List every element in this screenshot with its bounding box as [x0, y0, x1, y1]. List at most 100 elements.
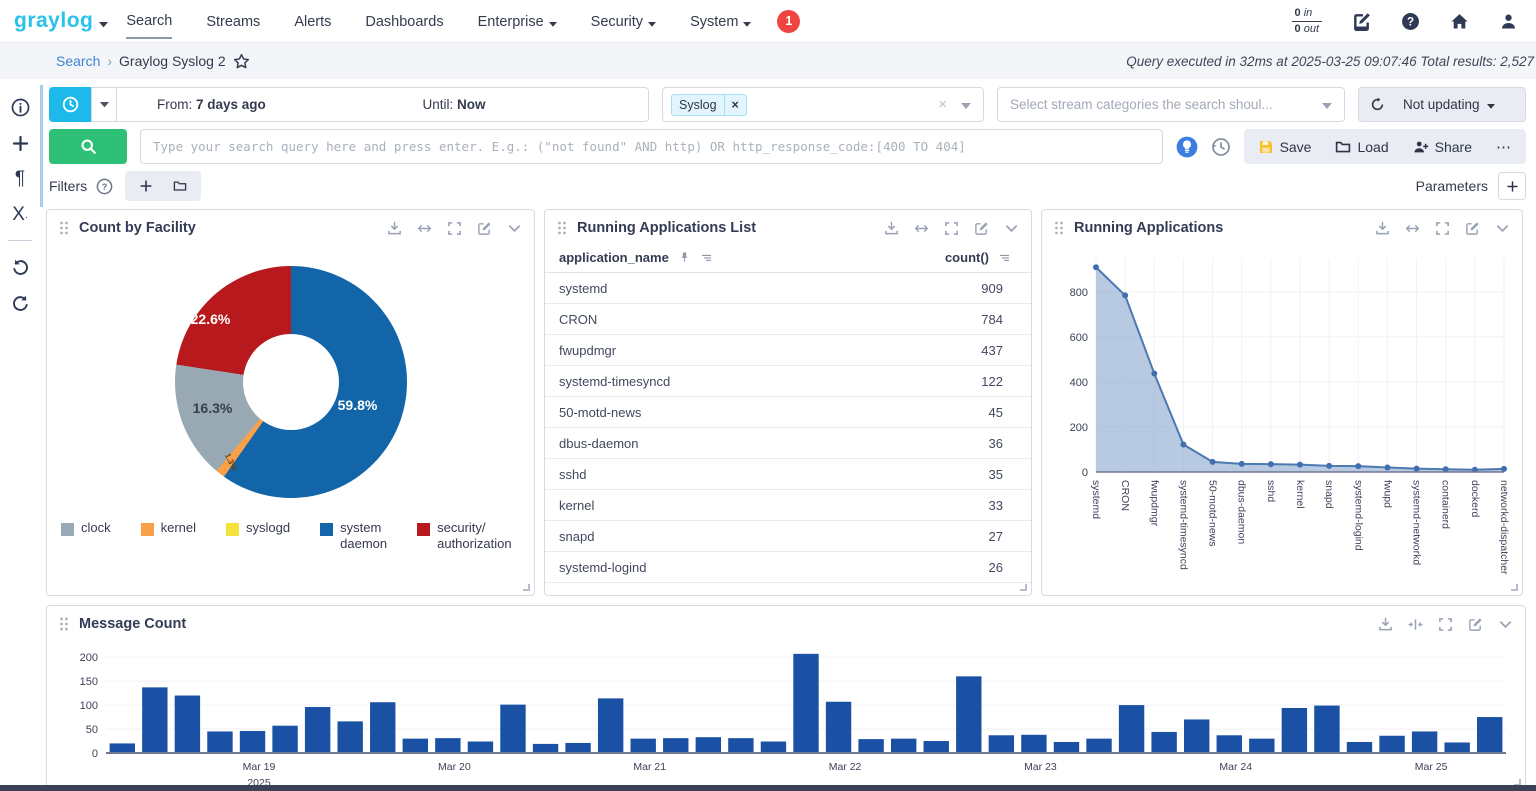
column-header-application-name[interactable]: application_name: [559, 250, 669, 265]
more-actions-button[interactable]: ⋯: [1496, 138, 1512, 156]
add-icon[interactable]: [5, 127, 35, 159]
move-horizontal-icon[interactable]: [417, 221, 432, 236]
nav-item-streams[interactable]: Streams: [206, 4, 260, 38]
expand-icon[interactable]: [944, 221, 959, 236]
cell-count[interactable]: 45: [989, 405, 1017, 420]
table-row[interactable]: fwupdmgr 437: [545, 335, 1031, 366]
compress-icon[interactable]: [1408, 617, 1423, 632]
categories-caret-icon[interactable]: [1322, 96, 1332, 114]
chevron-down-icon[interactable]: [507, 221, 522, 236]
resize-handle[interactable]: [1020, 584, 1027, 591]
legend-item[interactable]: clock: [61, 520, 111, 536]
query-history-icon[interactable]: [1211, 137, 1231, 157]
stream-caret-icon[interactable]: [961, 96, 971, 114]
help-icon[interactable]: ?: [1401, 12, 1420, 31]
download-icon[interactable]: [884, 221, 899, 236]
refresh-interval-dropdown[interactable]: Not updating: [1395, 97, 1495, 112]
add-parameter-button[interactable]: [1498, 172, 1526, 200]
home-icon[interactable]: [1450, 12, 1469, 31]
nav-item-search[interactable]: Search: [126, 3, 172, 39]
search-button[interactable]: [49, 129, 127, 164]
query-help-icon[interactable]: [1176, 136, 1198, 158]
load-button[interactable]: Load: [1335, 139, 1388, 155]
legend-item[interactable]: system daemon: [320, 520, 387, 552]
fields-icon[interactable]: X.: [5, 199, 35, 231]
pin-icon[interactable]: [678, 251, 691, 264]
message-count-bar-chart[interactable]: 050100150200Mar 192025Mar 20Mar 21Mar 22…: [47, 638, 1525, 790]
table-row[interactable]: snapd 27: [545, 521, 1031, 552]
resize-handle[interactable]: [1511, 584, 1518, 591]
table-row[interactable]: 50-motd-news45: [545, 397, 1031, 428]
table-row[interactable]: sshd35: [545, 459, 1031, 490]
info-icon[interactable]: [5, 91, 35, 123]
time-range-clock-button[interactable]: [49, 87, 91, 122]
sort-icon[interactable]: [700, 251, 713, 264]
drag-handle-icon[interactable]: [1054, 221, 1064, 235]
resize-handle[interactable]: [523, 584, 530, 591]
stream-chip-remove-icon[interactable]: ×: [724, 95, 746, 115]
refresh-icon[interactable]: [1359, 88, 1395, 121]
expand-icon[interactable]: [1435, 221, 1450, 236]
cell-application-name[interactable]: fwupdmgr: [559, 343, 616, 358]
logo-caret-icon[interactable]: [99, 14, 108, 32]
filters-help-icon[interactable]: ?: [96, 178, 113, 195]
cell-application-name[interactable]: systemd-logind: [559, 560, 646, 575]
load-filter-folder-icon[interactable]: [165, 174, 195, 198]
breadcrumb-search-link[interactable]: Search: [56, 53, 100, 69]
time-range-caret-button[interactable]: [91, 87, 117, 122]
legend-item[interactable]: security/ authorization: [417, 520, 511, 552]
paragraph-icon[interactable]: ¶: [5, 163, 35, 195]
nav-item-system[interactable]: System: [690, 3, 751, 39]
drag-handle-icon[interactable]: [59, 221, 69, 235]
time-from[interactable]: From: 7 days ago: [117, 97, 383, 112]
table-row[interactable]: CRON 784: [545, 304, 1031, 335]
chevron-down-icon[interactable]: [1498, 617, 1513, 632]
graylog-logo[interactable]: graylog: [14, 9, 93, 33]
user-icon[interactable]: [1499, 12, 1518, 31]
chevron-down-icon[interactable]: [1495, 221, 1510, 236]
cell-count[interactable]: 36: [989, 436, 1017, 451]
cell-application-name[interactable]: snapd: [559, 529, 594, 544]
cell-count[interactable]: 27: [989, 529, 1017, 544]
nav-item-alerts[interactable]: Alerts: [294, 4, 331, 38]
expand-icon[interactable]: [1438, 617, 1453, 632]
cell-count[interactable]: 784: [981, 312, 1017, 327]
drag-handle-icon[interactable]: [59, 617, 69, 631]
download-icon[interactable]: [1375, 221, 1390, 236]
nav-item-dashboards[interactable]: Dashboards: [365, 4, 443, 38]
stream-filter-select[interactable]: Syslog × ×: [662, 87, 984, 122]
chevron-down-icon[interactable]: [1004, 221, 1019, 236]
move-horizontal-icon[interactable]: [914, 221, 929, 236]
cell-application-name[interactable]: sshd: [559, 467, 586, 482]
cell-count[interactable]: 437: [981, 343, 1017, 358]
nav-item-security[interactable]: Security: [591, 3, 656, 39]
legend-item[interactable]: kernel: [141, 520, 196, 536]
stream-categories-select[interactable]: Select stream categories the search shou…: [997, 87, 1345, 122]
table-row[interactable]: dbus-daemon 36: [545, 428, 1031, 459]
time-until[interactable]: Until: Now: [383, 97, 649, 112]
search-query-input[interactable]: [140, 129, 1163, 164]
applications-area-chart[interactable]: 0200400600800systemdCRONfwupdmgrsystemd-…: [1042, 242, 1522, 590]
stream-clear-icon[interactable]: ×: [938, 96, 947, 113]
expand-icon[interactable]: [447, 221, 462, 236]
share-button[interactable]: Share: [1413, 139, 1472, 155]
column-header-count[interactable]: count(): [945, 250, 989, 265]
edit-icon[interactable]: [1468, 617, 1483, 632]
download-icon[interactable]: [1378, 617, 1393, 632]
table-row[interactable]: kernel33: [545, 490, 1031, 521]
legend-item[interactable]: syslogd: [226, 520, 290, 536]
edit-icon[interactable]: [1465, 221, 1480, 236]
edit-icon[interactable]: [477, 221, 492, 236]
cell-application-name[interactable]: dbus-daemon: [559, 436, 639, 451]
table-row[interactable]: systemd-logind 26: [545, 552, 1031, 583]
cell-application-name[interactable]: CRON: [559, 312, 597, 327]
sort-icon[interactable]: [998, 251, 1011, 264]
table-row[interactable]: systemd-timesyncd122: [545, 366, 1031, 397]
cell-count[interactable]: 909: [981, 281, 1017, 296]
redo-icon[interactable]: [5, 286, 35, 318]
cell-application-name[interactable]: kernel: [559, 498, 594, 513]
favorite-star-icon[interactable]: [233, 53, 250, 70]
compose-icon[interactable]: [1352, 12, 1371, 31]
edit-icon[interactable]: [974, 221, 989, 236]
cell-count[interactable]: 26: [989, 560, 1017, 575]
